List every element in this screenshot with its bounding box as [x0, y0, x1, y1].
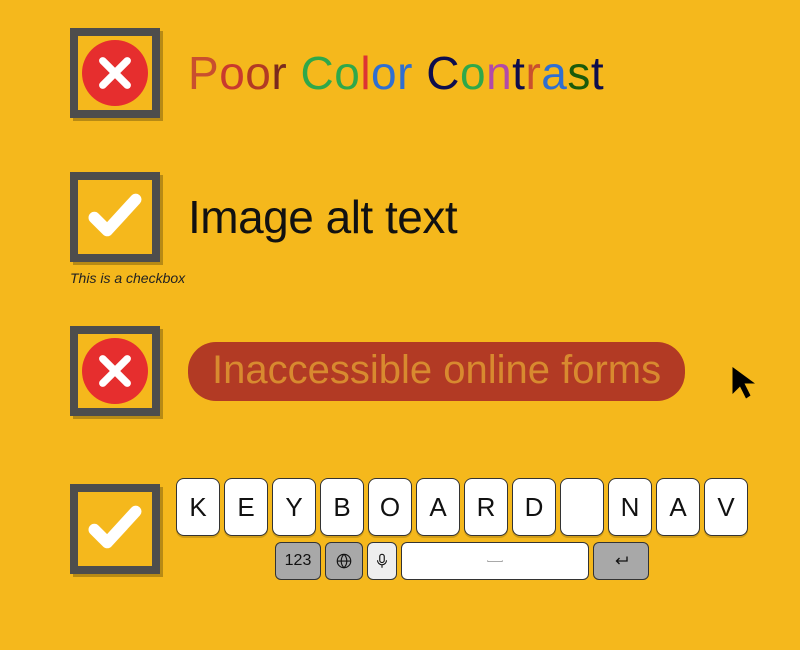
- label-alt-text: Image alt text: [188, 190, 457, 244]
- check-icon: [84, 496, 146, 563]
- label-poor-color-contrast: Poor Color Contrast: [188, 46, 604, 100]
- letter: t: [512, 47, 525, 99]
- letter: l: [360, 47, 371, 99]
- checklist-row-forms: Inaccessible online forms: [70, 326, 685, 416]
- key-letter[interactable]: D: [512, 478, 556, 536]
- checkbox-pass: [70, 484, 160, 574]
- check-icon: [84, 184, 146, 251]
- key-letter[interactable]: R: [464, 478, 508, 536]
- key-letter[interactable]: O: [368, 478, 412, 536]
- letter: a: [541, 47, 567, 99]
- key-blank[interactable]: [560, 478, 604, 536]
- letter: s: [567, 47, 591, 99]
- letter: t: [591, 47, 604, 99]
- keyboard: KEYBOARDNAV 123: [176, 478, 748, 580]
- key-letter[interactable]: N: [608, 478, 652, 536]
- key-123[interactable]: 123: [275, 542, 321, 580]
- letter: r: [525, 47, 541, 99]
- checkbox-fail: [70, 28, 160, 118]
- letter: o: [460, 47, 486, 99]
- letter: o: [245, 47, 271, 99]
- x-icon: [82, 338, 148, 404]
- key-globe-icon[interactable]: [325, 542, 363, 580]
- checklist-row-keyboard: KEYBOARDNAV 123: [70, 478, 748, 580]
- key-letter[interactable]: K: [176, 478, 220, 536]
- keyboard-fn-row: 123: [176, 542, 748, 580]
- label-inaccessible-forms: Inaccessible online forms: [188, 342, 685, 401]
- x-icon: [82, 40, 148, 106]
- letter: [413, 47, 426, 99]
- key-letter[interactable]: B: [320, 478, 364, 536]
- key-letter[interactable]: A: [416, 478, 460, 536]
- key-mic-icon[interactable]: [367, 542, 397, 580]
- letter: C: [426, 47, 460, 99]
- checkbox-fail: [70, 326, 160, 416]
- letter: r: [271, 47, 287, 99]
- letter: P: [188, 47, 219, 99]
- checkbox-pass: [70, 172, 160, 262]
- letter: o: [371, 47, 397, 99]
- letter: n: [486, 47, 512, 99]
- letter: r: [397, 47, 413, 99]
- key-letter[interactable]: E: [224, 478, 268, 536]
- checklist-row-contrast: Poor Color Contrast: [70, 28, 604, 118]
- checkbox-caption: This is a checkbox: [70, 270, 185, 286]
- letter: C: [300, 47, 334, 99]
- checklist-row-alt-text: Image alt text: [70, 172, 457, 262]
- letter: o: [219, 47, 245, 99]
- key-space[interactable]: [401, 542, 589, 580]
- letter: o: [334, 47, 360, 99]
- cursor-icon: [728, 364, 764, 405]
- letter: [287, 47, 300, 99]
- keyboard-letter-row: KEYBOARDNAV: [176, 478, 748, 536]
- key-letter[interactable]: Y: [272, 478, 316, 536]
- key-letter[interactable]: A: [656, 478, 700, 536]
- key-letter[interactable]: V: [704, 478, 748, 536]
- key-enter-icon[interactable]: [593, 542, 649, 580]
